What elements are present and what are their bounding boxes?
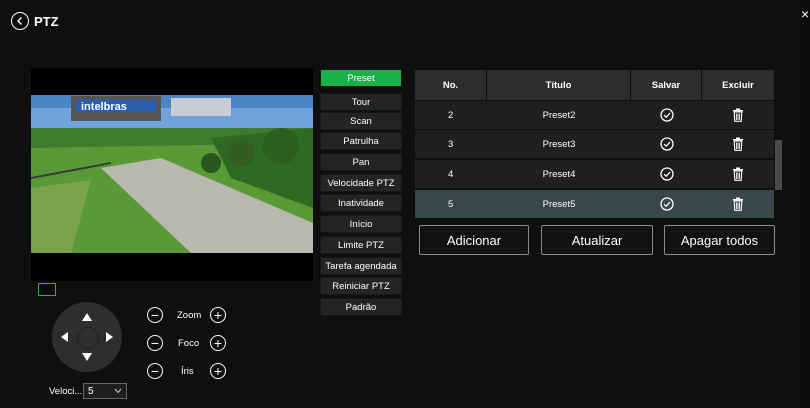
- iris-plus-button[interactable]: +: [210, 363, 226, 379]
- record-icon[interactable]: [38, 283, 56, 296]
- table-row[interactable]: 3 Preset3: [415, 130, 774, 158]
- ptz-menu-item[interactable]: Preset: [320, 69, 402, 87]
- save-preset-button[interactable]: [631, 130, 702, 158]
- save-preset-button[interactable]: [631, 160, 702, 188]
- ptz-menu-item[interactable]: Padrão: [320, 298, 402, 316]
- delete-preset-button[interactable]: [702, 190, 774, 218]
- iris-minus-button[interactable]: −: [147, 363, 163, 379]
- ptz-menu-item[interactable]: Pan: [320, 153, 402, 171]
- col-no: No.: [415, 70, 487, 100]
- video-preview: intelbras: [31, 68, 313, 281]
- col-delete: Excluir: [722, 79, 754, 91]
- delete-all-button[interactable]: Apagar todos: [664, 225, 775, 255]
- ptz-menu-item[interactable]: Limite PTZ: [320, 236, 402, 254]
- ptz-menu-item[interactable]: Patrulha: [320, 132, 402, 150]
- preset-number: 4: [448, 168, 454, 180]
- speed-value: 5: [88, 385, 94, 397]
- preset-title: Preset2: [542, 109, 576, 121]
- col-title: Título: [487, 70, 631, 100]
- ptz-menu-item[interactable]: Scan: [320, 112, 402, 130]
- preset-title: Preset5: [542, 198, 576, 210]
- table-row[interactable]: 4 Preset4: [415, 160, 774, 188]
- save-preset-button[interactable]: [631, 190, 702, 218]
- focus-plus-button[interactable]: +: [210, 335, 226, 351]
- speed-select[interactable]: 5: [83, 383, 127, 399]
- focus-label: Foco: [178, 338, 200, 349]
- delete-preset-button[interactable]: [702, 130, 774, 158]
- ptz-menu-item[interactable]: Início: [320, 215, 402, 233]
- direction-pad: [52, 302, 122, 372]
- camera-image: intelbras: [31, 68, 313, 281]
- check-circle-icon: [659, 197, 674, 211]
- delete-preset-button[interactable]: [702, 160, 774, 188]
- preset-title: Preset4: [542, 168, 576, 180]
- logo-text: intelbras: [81, 101, 127, 113]
- table-scrollbar[interactable]: [775, 140, 782, 190]
- trash-icon: [733, 197, 743, 211]
- preset-number: 3: [448, 138, 454, 150]
- preset-number: 2: [448, 109, 454, 121]
- page-title: PTZ: [34, 14, 59, 29]
- preset-table-header: No. Título Salvar Excluir: [415, 70, 774, 100]
- chevron-down-icon: [114, 388, 122, 394]
- ptz-menu-item[interactable]: Reiniciar PTZ: [320, 277, 402, 295]
- speed-label: Veloci...: [49, 386, 83, 397]
- table-row[interactable]: 2 Preset2: [415, 101, 774, 129]
- preset-number: 5: [448, 198, 454, 210]
- zoom-label: Zoom: [177, 310, 202, 321]
- table-row[interactable]: 5 Preset5: [415, 190, 774, 218]
- up-arrow-icon: [82, 313, 92, 321]
- trash-icon: [733, 167, 743, 181]
- check-circle-icon: [659, 167, 674, 181]
- focus-minus-button[interactable]: −: [147, 335, 163, 351]
- trash-icon: [733, 108, 743, 122]
- check-circle-icon: [659, 137, 674, 151]
- right-arrow-icon: [106, 332, 113, 342]
- refresh-button[interactable]: Atualizar: [541, 225, 653, 255]
- trash-icon: [733, 137, 743, 151]
- back-button[interactable]: [11, 12, 29, 30]
- close-icon[interactable]: ×: [801, 6, 809, 22]
- ptz-menu-item[interactable]: Velocidade PTZ: [320, 174, 402, 192]
- delete-preset-button[interactable]: [702, 101, 774, 129]
- dpad-arrows: [61, 313, 113, 361]
- iris-label: Íris: [181, 366, 194, 377]
- save-preset-button[interactable]: [631, 101, 702, 129]
- left-arrow-icon: [61, 332, 68, 342]
- chevron-left-icon: [17, 17, 22, 25]
- preset-title: Preset3: [542, 138, 576, 150]
- ptz-menu-item[interactable]: Tarefa agendada: [320, 257, 402, 275]
- down-arrow-icon: [82, 353, 92, 361]
- check-circle-icon: [659, 108, 674, 122]
- zoom-in-button[interactable]: +: [210, 307, 226, 323]
- ptz-menu-item[interactable]: Inatividade: [320, 194, 402, 212]
- ptz-menu-item[interactable]: Tour: [320, 93, 402, 111]
- add-button[interactable]: Adicionar: [419, 225, 529, 255]
- col-save: Salvar: [631, 70, 702, 100]
- zoom-out-button[interactable]: −: [147, 307, 163, 323]
